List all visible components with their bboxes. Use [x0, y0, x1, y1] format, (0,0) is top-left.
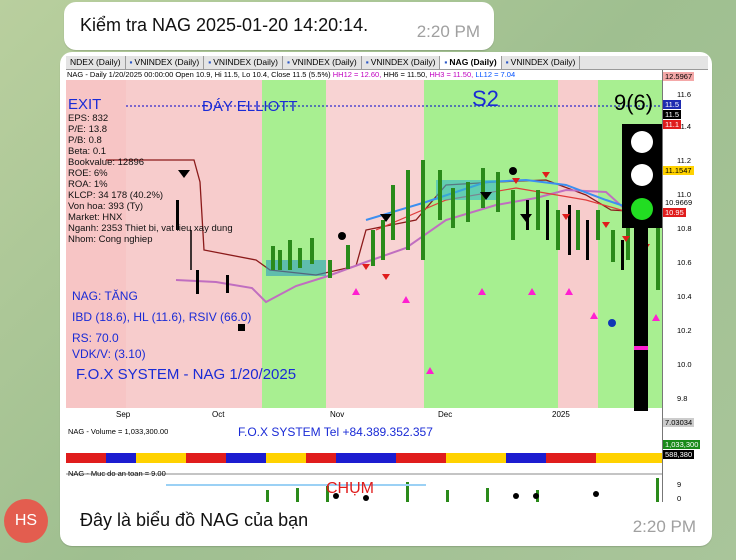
light-off-icon	[631, 164, 653, 186]
safety-header: NAG - Muc do an toan = 9.00	[68, 469, 166, 478]
message-text: Kiểm tra NAG 2025-01-20 14:20:14.	[80, 15, 369, 35]
reply-bubble[interactable]: NDEX (Daily) ▪ VNINDEX (Daily) ▪ VNINDEX (…	[60, 52, 712, 546]
month-label: Nov	[330, 410, 345, 419]
rs-value: RS: 70.0	[72, 331, 119, 345]
chum-label: CHỤM	[326, 480, 374, 497]
chart-header: NAG - Daily 1/20/2025 00:00:00 Open 10.9…	[67, 70, 516, 79]
watermark: F.O.X SYSTEM - NAG 1/20/2025	[76, 366, 297, 383]
fundamentals-panel: EPS: 832 P/E: 13.8 P/B: 0.8 Beta: 0.1 Bo…	[68, 113, 233, 245]
tel-label: F.O.X SYSTEM Tel +84.389.352.357	[238, 425, 433, 439]
month-label: Dec	[438, 410, 453, 419]
month-label: Oct	[212, 410, 225, 419]
reply-text: Đây là biểu đồ NAG của bạn	[80, 510, 309, 530]
safety-bar	[634, 228, 648, 411]
light-green-icon	[631, 198, 653, 220]
chart-tab[interactable]: ▪ VNINDEX (Daily)	[283, 56, 362, 69]
message-time: 2:20 PM	[416, 22, 480, 41]
message-bubble[interactable]: Kiểm tra NAG 2025-01-20 14:20:14. 2:20 P…	[64, 2, 494, 50]
chart-tab-active[interactable]: ▪ NAG (Daily)	[440, 56, 502, 69]
exit-label: EXIT	[68, 96, 102, 113]
month-label: 2025	[552, 410, 570, 419]
chart-tab[interactable]: ▪ VNINDEX (Daily)	[126, 56, 205, 69]
price-axis: 11.6 11.4 11.2 11.0 10.8 10.6 10.4 10.2 …	[662, 70, 708, 502]
chart-tab[interactable]: ▪ VNINDEX (Daily)	[502, 56, 581, 69]
s2-label: S2	[472, 86, 499, 111]
count-label: 9(6)	[614, 90, 654, 115]
vdkv-value: VDK/V: (3.10)	[72, 347, 146, 361]
sender-avatar[interactable]: HS	[4, 499, 48, 543]
volume-header: NAG - Volume = 1,033,300.00	[68, 427, 169, 436]
chart-tab[interactable]: ▪ VNINDEX (Daily)	[362, 56, 441, 69]
indicator-values: IBD (18.6), HL (11.6), RSIV (66.0)	[72, 310, 252, 324]
chart-tab-bar: NDEX (Daily) ▪ VNINDEX (Daily) ▪ VNINDEX (…	[66, 56, 708, 70]
reply-time: 2:20 PM	[632, 517, 696, 536]
traffic-light	[622, 124, 662, 228]
chart-image[interactable]: NDEX (Daily) ▪ VNINDEX (Daily) ▪ VNINDEX (…	[66, 56, 708, 502]
light-off-icon	[631, 131, 653, 153]
month-label: Sep	[116, 410, 131, 419]
chart-tab[interactable]: NDEX (Daily)	[66, 56, 126, 69]
trend-status: NAG: TĂNG	[72, 289, 138, 303]
chart-tab[interactable]: ▪ VNINDEX (Daily)	[204, 56, 283, 69]
